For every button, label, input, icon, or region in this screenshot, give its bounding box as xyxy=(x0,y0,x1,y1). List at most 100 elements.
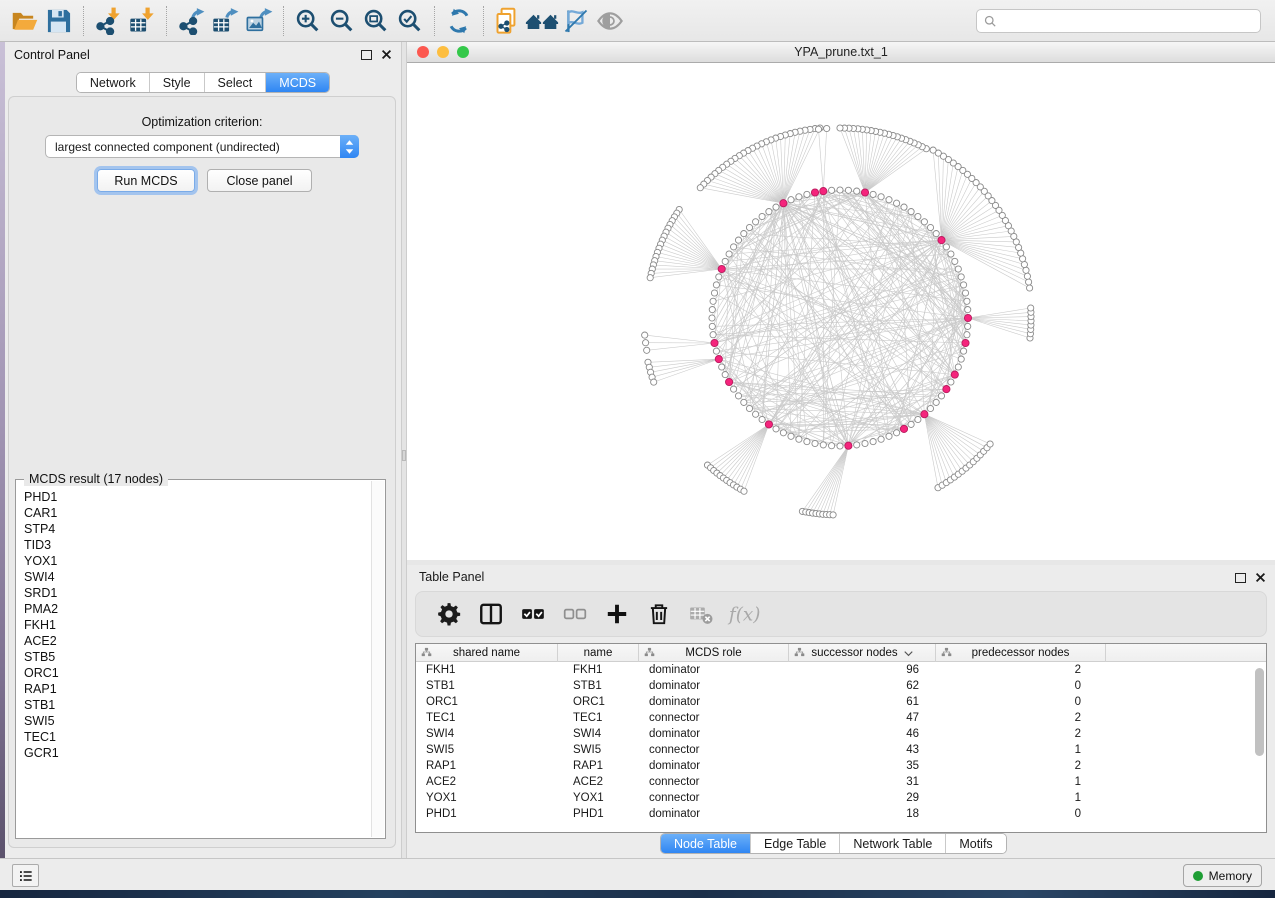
graph-hub-node[interactable] xyxy=(921,411,928,418)
mcds-result-item[interactable]: RAP1 xyxy=(24,681,371,697)
graph-node[interactable] xyxy=(829,187,835,193)
graph-node[interactable] xyxy=(796,436,802,442)
graph-node[interactable] xyxy=(713,282,719,288)
graph-node[interactable] xyxy=(722,372,728,378)
import-network-button[interactable] xyxy=(91,5,125,37)
graph-leaf-node[interactable] xyxy=(647,275,653,281)
search-field[interactable] xyxy=(976,9,1261,33)
graph-node[interactable] xyxy=(753,219,759,225)
graph-node[interactable] xyxy=(829,443,835,449)
graph-node[interactable] xyxy=(958,274,964,280)
mcds-result-item[interactable]: STB1 xyxy=(24,697,371,713)
graph-leaf-node[interactable] xyxy=(1028,305,1034,311)
graph-node[interactable] xyxy=(731,244,737,250)
graph-node[interactable] xyxy=(780,430,786,436)
graph-node[interactable] xyxy=(788,433,794,439)
graph-node[interactable] xyxy=(719,364,725,370)
graph-leaf-node[interactable] xyxy=(837,125,843,131)
open-button[interactable] xyxy=(8,5,42,37)
graph-leaf-node[interactable] xyxy=(697,185,703,191)
graph-node[interactable] xyxy=(773,426,779,432)
graph-leaf-node[interactable] xyxy=(1023,267,1029,273)
graph-hub-node[interactable] xyxy=(718,265,725,272)
float-icon[interactable] xyxy=(1235,573,1246,583)
network-canvas[interactable] xyxy=(407,63,1275,560)
graph-node[interactable] xyxy=(735,393,741,399)
graph-node[interactable] xyxy=(854,188,860,194)
graph-leaf-node[interactable] xyxy=(987,441,993,447)
graph-hub-node[interactable] xyxy=(726,378,733,385)
table-row[interactable]: TEC1TEC1connector472 xyxy=(416,710,1266,726)
zoom-in-button[interactable] xyxy=(291,5,325,37)
mcds-result-item[interactable]: SWI5 xyxy=(24,713,371,729)
graph-node[interactable] xyxy=(746,405,752,411)
mcds-result-list[interactable]: PHD1CAR1STP4TID3YOX1SWI4SRD1PMA2FKH1ACE2… xyxy=(17,487,371,837)
graph-node[interactable] xyxy=(933,399,939,405)
graph-node[interactable] xyxy=(901,204,907,210)
mcds-result-item[interactable]: SRD1 xyxy=(24,585,371,601)
column-header-MCDS-role[interactable]: MCDS role xyxy=(639,644,789,662)
tab-node-table[interactable]: Node Table xyxy=(661,834,751,853)
graph-leaf-node[interactable] xyxy=(930,147,936,153)
graph-node[interactable] xyxy=(955,266,961,272)
graph-node[interactable] xyxy=(746,224,752,230)
network-window-titlebar[interactable]: YPA_prune.txt_1 xyxy=(407,42,1275,63)
graph-node[interactable] xyxy=(927,224,933,230)
graph-node[interactable] xyxy=(716,274,722,280)
graph-leaf-node[interactable] xyxy=(644,347,650,353)
graph-leaf-node[interactable] xyxy=(1024,273,1030,279)
close-window-icon[interactable] xyxy=(417,46,429,58)
mcds-result-item[interactable]: PHD1 xyxy=(24,489,371,505)
graph-leaf-node[interactable] xyxy=(824,125,830,131)
graph-hub-node[interactable] xyxy=(715,356,722,363)
graph-node[interactable] xyxy=(759,213,765,219)
close-icon[interactable] xyxy=(1254,571,1267,584)
clone-network-button[interactable] xyxy=(491,5,525,37)
close-panel-button[interactable]: Close panel xyxy=(207,169,312,192)
graph-node[interactable] xyxy=(894,430,900,436)
graph-node[interactable] xyxy=(711,290,717,296)
add-column-button[interactable] xyxy=(598,598,636,630)
graph-node[interactable] xyxy=(709,323,715,329)
graph-node[interactable] xyxy=(741,231,747,237)
graph-node[interactable] xyxy=(948,251,954,257)
graph-node[interactable] xyxy=(710,332,716,338)
graph-node[interactable] xyxy=(854,442,860,448)
graph-node[interactable] xyxy=(766,209,772,215)
splitter-handle[interactable] xyxy=(402,450,406,461)
graph-node[interactable] xyxy=(964,332,970,338)
graph-node[interactable] xyxy=(886,433,892,439)
import-table-button[interactable] xyxy=(125,5,159,37)
graph-node[interactable] xyxy=(915,213,921,219)
criterion-dropdown[interactable]: largest connected component (undirected) xyxy=(45,135,359,158)
graph-node[interactable] xyxy=(933,231,939,237)
graph-node[interactable] xyxy=(709,307,715,313)
graph-node[interactable] xyxy=(886,197,892,203)
column-header-successor-nodes[interactable]: successor nodes xyxy=(789,644,936,662)
task-history-button[interactable] xyxy=(12,864,39,887)
tab-style[interactable]: Style xyxy=(150,73,205,92)
save-button[interactable] xyxy=(42,5,76,37)
graph-leaf-node[interactable] xyxy=(1026,279,1032,285)
graph-node[interactable] xyxy=(788,197,794,203)
graph-hub-node[interactable] xyxy=(711,339,718,346)
table-row[interactable]: ACE2ACE2connector311 xyxy=(416,774,1266,790)
graph-node[interactable] xyxy=(726,251,732,257)
graph-leaf-node[interactable] xyxy=(1027,285,1033,291)
mcds-result-item[interactable]: TEC1 xyxy=(24,729,371,745)
graph-node[interactable] xyxy=(878,194,884,200)
graph-node[interactable] xyxy=(948,379,954,385)
minimize-window-icon[interactable] xyxy=(437,46,449,58)
table-row[interactable]: SWI5SWI5connector431 xyxy=(416,742,1266,758)
table-row[interactable]: FKH1FKH1dominator962 xyxy=(416,662,1266,678)
mcds-result-item[interactable]: PMA2 xyxy=(24,601,371,617)
tab-network-table[interactable]: Network Table xyxy=(840,834,946,853)
tab-network[interactable]: Network xyxy=(77,73,150,92)
graph-node[interactable] xyxy=(796,194,802,200)
maximize-window-icon[interactable] xyxy=(457,46,469,58)
mcds-result-scrollbar[interactable] xyxy=(371,481,384,837)
tab-mcds[interactable]: MCDS xyxy=(266,73,329,92)
graph-node[interactable] xyxy=(837,443,843,449)
graph-node[interactable] xyxy=(878,436,884,442)
graph-node[interactable] xyxy=(915,416,921,422)
